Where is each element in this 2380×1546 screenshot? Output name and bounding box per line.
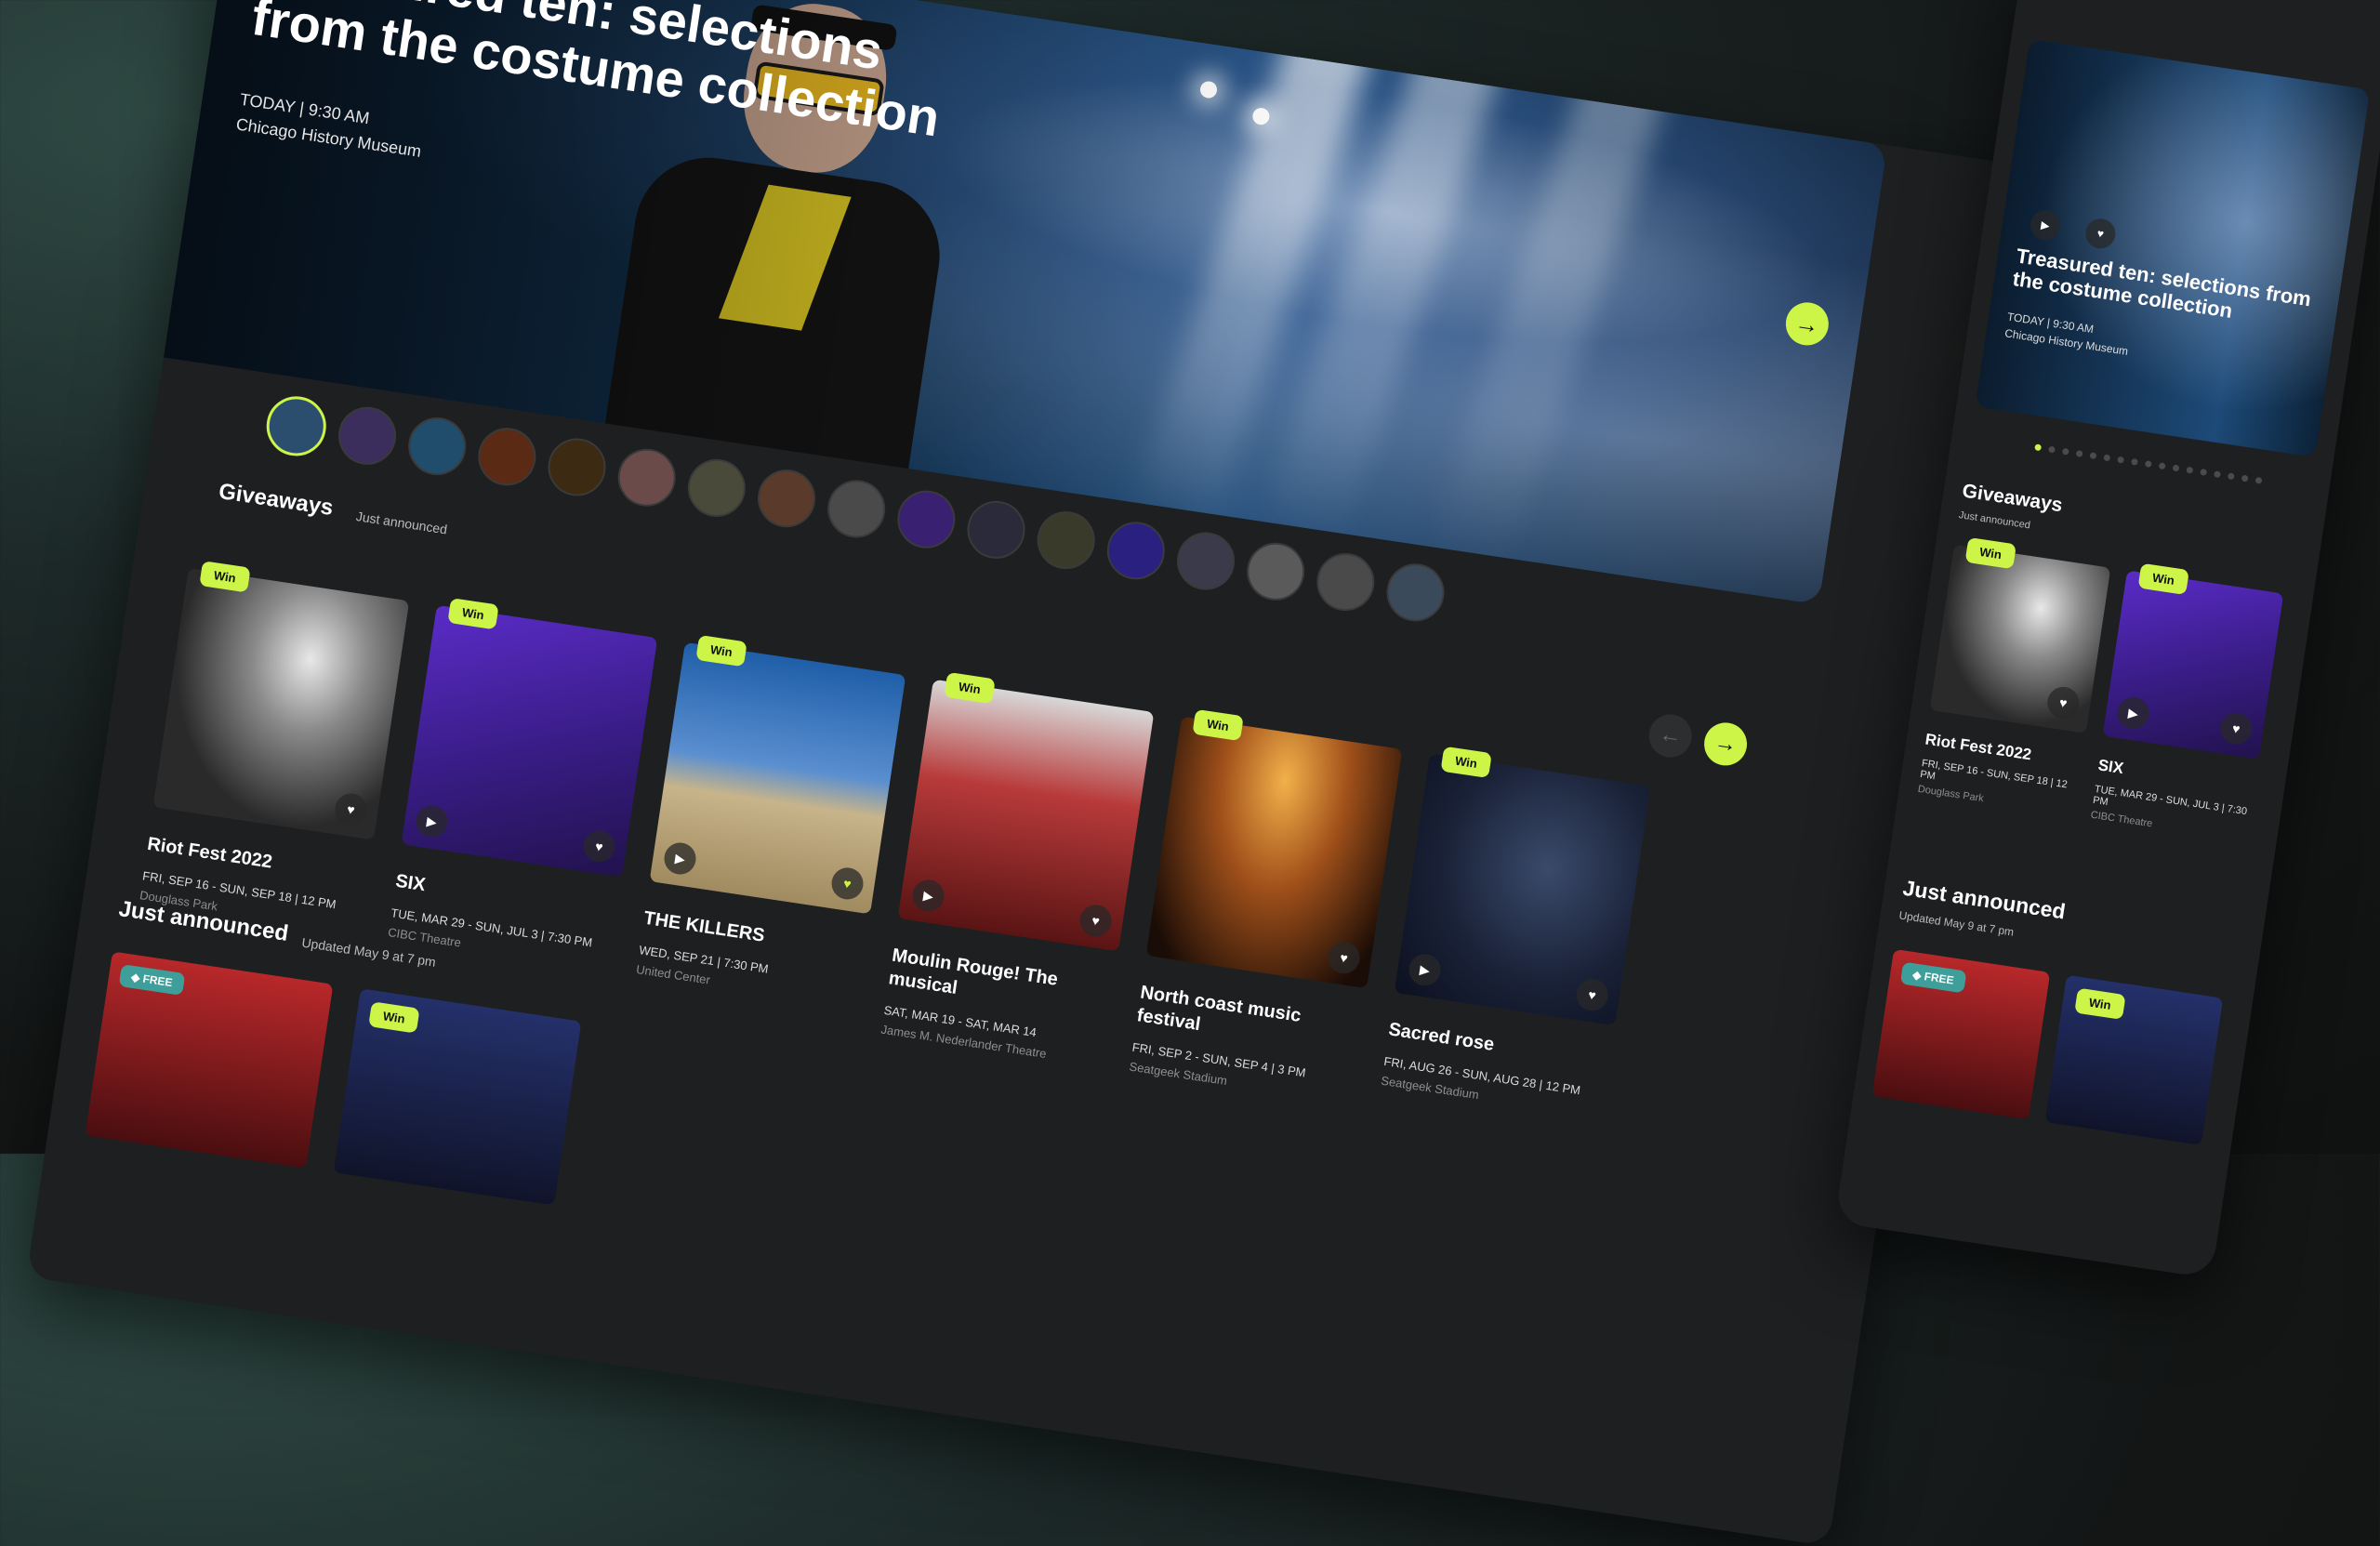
- pagination-dot[interactable]: [2061, 447, 2069, 456]
- mobile-hero-banner[interactable]: ▶ ♥ Treasured ten: selections from the c…: [1975, 38, 2371, 458]
- giveaways-title: Giveaways: [217, 479, 336, 522]
- heart-icon[interactable]: ♥: [1078, 903, 1114, 939]
- hero-thumbnail[interactable]: [1382, 560, 1448, 626]
- mobile-just-announced-carousel: ◆ FREE Win: [1871, 948, 2224, 1146]
- pagination-dot[interactable]: [2214, 470, 2221, 479]
- event-card[interactable]: ▶ ♥ Win Moulin Rouge! The musical SAT, M…: [880, 671, 1155, 1069]
- mobile-giveaways-carousel: ♥ Win Riot Fest 2022 FRI, SEP 16 - SUN, …: [1917, 536, 2284, 844]
- event-card[interactable]: ▶ ♥ Win SIX TUE, MAR 29 - SUN, JUL 3 | 7…: [2090, 562, 2284, 843]
- event-card[interactable]: Win: [2044, 974, 2224, 1146]
- event-card[interactable]: ♥ Win Riot Fest 2022 FRI, SEP 16 - SUN, …: [136, 561, 410, 958]
- event-card[interactable]: ♥ Win Riot Fest 2022 FRI, SEP 16 - SUN, …: [1917, 536, 2111, 818]
- heart-icon[interactable]: ♥: [1326, 939, 1362, 976]
- hero-thumbnail[interactable]: [403, 413, 470, 480]
- event-card[interactable]: ◆ FREE: [85, 951, 334, 1169]
- pagination-dot[interactable]: [2075, 450, 2083, 457]
- carousel-next-button[interactable]: →: [1700, 720, 1751, 769]
- heart-icon[interactable]: ♥: [581, 828, 617, 865]
- arrow-right-icon: →: [1712, 729, 1739, 759]
- event-card[interactable]: ▶ ♥ Win SIX TUE, MAR 29 - SUN, JUL 3 | 7…: [384, 598, 658, 995]
- pagination-dot[interactable]: [2117, 456, 2125, 464]
- free-badge: ◆ FREE: [1899, 961, 1967, 994]
- pagination-dot[interactable]: [2034, 443, 2043, 452]
- heart-icon[interactable]: ♥: [2217, 710, 2254, 747]
- event-image: ▶ ♥: [401, 604, 658, 878]
- play-icon[interactable]: ▶: [662, 840, 698, 877]
- heart-icon[interactable]: ♥: [333, 791, 369, 827]
- pagination-dot[interactable]: [2158, 462, 2166, 470]
- event-image: ▶ ♥: [649, 641, 906, 915]
- pagination-dot[interactable]: [2047, 445, 2056, 454]
- hero-thumbnail[interactable]: [1172, 528, 1239, 594]
- pagination-dot[interactable]: [2172, 464, 2180, 472]
- play-icon[interactable]: ▶: [2028, 208, 2063, 243]
- play-icon[interactable]: ▶: [1407, 951, 1443, 988]
- desktop-mockup: Treasured ten: selections from the costu…: [26, 0, 2035, 1546]
- hero-thumbnail[interactable]: [893, 486, 959, 552]
- heart-icon[interactable]: ♥: [1574, 976, 1610, 1013]
- hero-thumbnail[interactable]: [753, 465, 820, 532]
- mobile-giveaways-subtitle: Just announced: [1958, 509, 2031, 532]
- free-badge: ◆ FREE: [118, 964, 185, 996]
- event-image: ▶ ♥: [2102, 570, 2284, 760]
- hero-thumbnail[interactable]: [614, 444, 680, 510]
- event-card[interactable]: Win: [333, 988, 582, 1206]
- hero-thumbnail[interactable]: [1103, 518, 1170, 584]
- hero-thumbnail[interactable]: [544, 434, 610, 500]
- win-badge: Win: [368, 1001, 420, 1034]
- pagination-dot[interactable]: [2131, 457, 2138, 466]
- pagination-dot[interactable]: [2144, 460, 2152, 469]
- play-icon[interactable]: ▶: [2115, 694, 2151, 732]
- pagination-dot[interactable]: [2241, 474, 2249, 482]
- play-icon[interactable]: ▶: [414, 803, 450, 839]
- hero-thumbnail[interactable]: [334, 403, 401, 469]
- pagination-dot[interactable]: [2089, 452, 2097, 460]
- hero-thumbnail[interactable]: [823, 476, 890, 542]
- hero-thumbnail[interactable]: [1313, 548, 1379, 615]
- event-image: ♥: [1929, 544, 2111, 733]
- heart-icon[interactable]: ♥: [829, 865, 866, 902]
- arrow-left-icon: ←: [1657, 720, 1684, 750]
- event-card[interactable]: ▶ ♥ Win THE KILLERS WED, SEP 21 | 7:30 P…: [632, 634, 906, 1032]
- hero-thumbnail[interactable]: [683, 455, 750, 522]
- showcase-stage: Treasured ten: selections from the costu…: [0, 0, 2380, 1546]
- pagination-dot[interactable]: [2103, 454, 2111, 462]
- mobile-hero-pagination: [2034, 443, 2263, 484]
- hero-thumbnail[interactable]: [1242, 538, 1309, 605]
- pagination-dot[interactable]: [2200, 468, 2208, 476]
- hero-thumbnail[interactable]: [262, 392, 331, 460]
- arrow-right-icon: →: [1792, 308, 1821, 339]
- event-card[interactable]: ♥ Win North coast music festival FRI, SE…: [1129, 708, 1403, 1106]
- heart-icon[interactable]: ♥: [2045, 684, 2082, 721]
- event-card[interactable]: ◆ FREE: [1871, 948, 2051, 1120]
- heart-icon[interactable]: ♥: [2083, 217, 2118, 251]
- pagination-dot[interactable]: [2227, 472, 2235, 481]
- event-image: ♥: [152, 567, 410, 840]
- hero-thumbnail[interactable]: [1033, 507, 1099, 574]
- hero-thumbnail[interactable]: [474, 424, 540, 490]
- win-badge: Win: [2074, 987, 2126, 1020]
- just-announced-carousel: ◆ FREE Win: [85, 951, 582, 1206]
- hero-thumbnail[interactable]: [963, 496, 1029, 563]
- play-icon[interactable]: ▶: [910, 878, 946, 914]
- event-image: ▶ ♥: [1394, 753, 1651, 1026]
- pagination-dot[interactable]: [2186, 466, 2194, 474]
- mobile-hero-meta: TODAY | 9:30 AM Chicago History Museum: [2003, 309, 2132, 360]
- pagination-dot[interactable]: [2254, 476, 2263, 484]
- giveaways-subtitle: Just announced: [354, 509, 449, 537]
- carousel-prev-button[interactable]: ←: [1646, 711, 1695, 760]
- event-card[interactable]: ▶ ♥ Win Sacred rose FRI, AUG 26 - SUN, A…: [1377, 746, 1651, 1143]
- event-image: ♥: [1145, 716, 1403, 989]
- event-image: ▶ ♥: [897, 679, 1155, 952]
